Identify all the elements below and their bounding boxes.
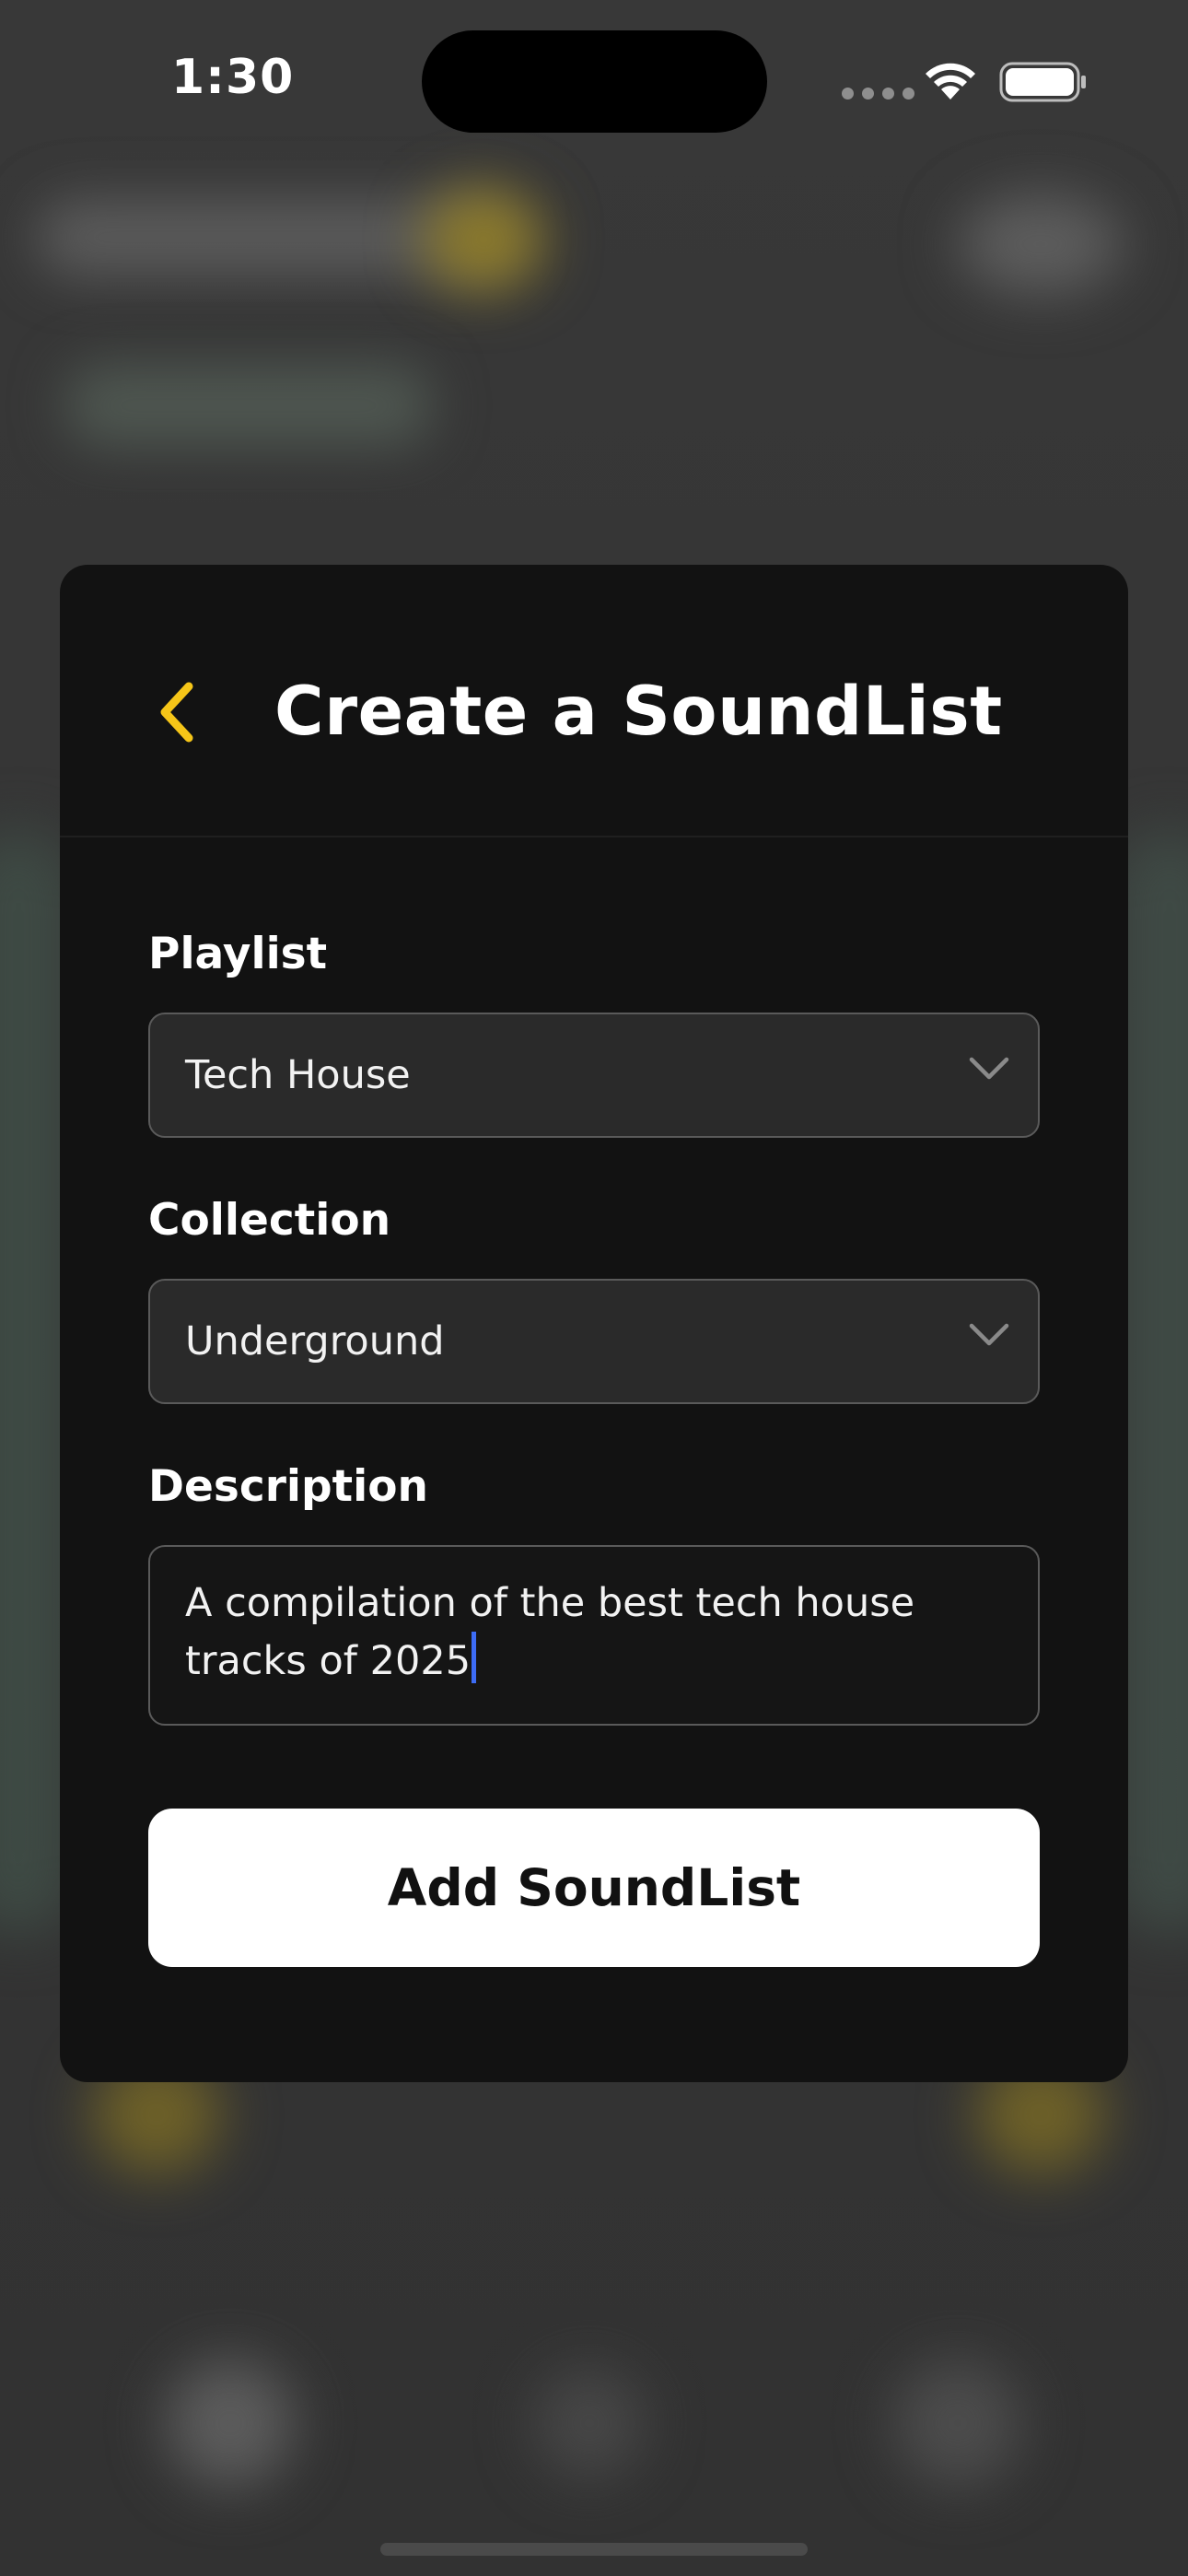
playlist-label: Playlist [148,929,328,979]
description-value: A compilation of the best tech house tra… [185,1580,915,1684]
background-tab-blur-3 [893,2359,1022,2488]
playlist-select-value: Tech House [185,1052,411,1098]
screen: 1:30 Create a SoundList Playlist Tech Ho… [0,0,1188,2576]
cellular-signal-icon [842,88,914,100]
modal-title: Create a SoundList [274,673,1003,751]
collection-label: Collection [148,1195,391,1246]
chevron-down-icon [969,1057,1009,1080]
home-indicator[interactable] [380,2543,808,2556]
playlist-select[interactable]: Tech House [148,1013,1040,1138]
description-text: A compilation of the best tech house tra… [185,1575,996,1690]
status-time: 1:30 [171,50,295,105]
modal-header: Create a SoundList [60,565,1128,837]
description-label: Description [148,1461,428,1512]
wifi-icon [926,63,975,100]
description-textarea[interactable]: A compilation of the best tech house tra… [148,1545,1040,1726]
collection-select-value: Underground [185,1318,445,1364]
text-caret [472,1632,477,1683]
collection-select[interactable]: Underground [148,1279,1040,1404]
background-tab-blur-1 [166,2359,295,2488]
chevron-down-icon [969,1323,1009,1346]
background-accent-blur [424,189,543,290]
background-avatar-blur [958,193,1124,295]
add-soundlist-button[interactable]: Add SoundList [148,1809,1040,1967]
chevron-left-icon [160,682,193,743]
dynamic-island [422,30,767,133]
back-button[interactable] [141,671,215,754]
background-tab-blur-2 [534,2368,645,2478]
add-soundlist-button-label: Add SoundList [387,1858,801,1917]
battery-icon [999,62,1086,102]
background-chip-blur [64,364,433,447]
create-soundlist-modal: Create a SoundList Playlist Tech House C… [60,565,1128,2082]
